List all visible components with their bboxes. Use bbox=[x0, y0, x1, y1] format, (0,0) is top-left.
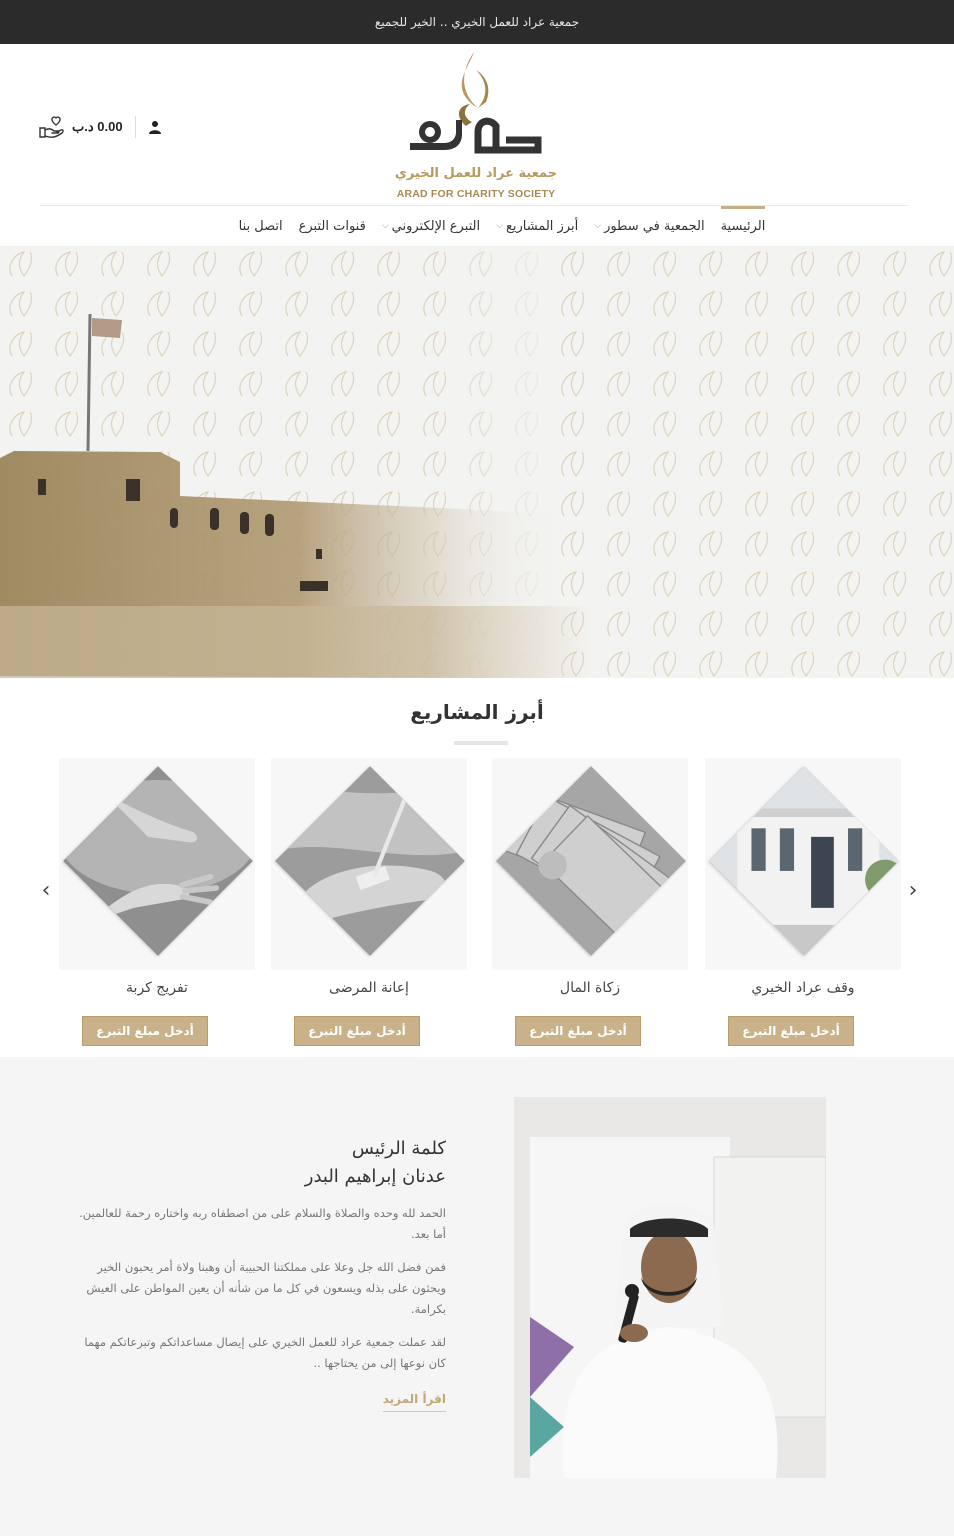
president-heading: كلمة الرئيس bbox=[351, 1138, 446, 1159]
project-title[interactable]: تفريج كربة bbox=[59, 980, 255, 996]
chevron-down-icon: ⌵ bbox=[594, 221, 602, 231]
building-photo bbox=[709, 766, 899, 956]
president-section: كلمة الرئيس عدنان إبراهيم البدر الحمد لل… bbox=[0, 1057, 954, 1536]
banknotes-photo bbox=[496, 766, 686, 956]
project-card-image-area[interactable] bbox=[705, 758, 901, 970]
enter-donation-button[interactable]: أدخل مبلغ التبرع bbox=[82, 1016, 208, 1046]
fort-illustration bbox=[0, 246, 954, 678]
hand-heart-icon[interactable] bbox=[38, 114, 66, 140]
hero-banner bbox=[0, 246, 954, 678]
nav-label: الجمعية في سطور bbox=[604, 218, 705, 234]
project-card: وقف عراد الخيري أدخل مبلغ التبرع bbox=[705, 758, 901, 1058]
main-nav: الرئيسية الجمعية في سطور ⌵ أبرز المشاريع… bbox=[0, 206, 954, 246]
nav-label: اتصل بنا bbox=[238, 218, 283, 234]
project-card: إعانة المرضى أدخل مبلغ التبرع bbox=[271, 758, 467, 1058]
nav-item-donation-channels[interactable]: قنوات التبرع bbox=[299, 206, 366, 246]
iv-drip-hand-photo bbox=[275, 766, 465, 956]
president-message: كلمة الرئيس عدنان إبراهيم البدر الحمد لل… bbox=[70, 1135, 446, 1412]
nav-label: أبرز المشاريع bbox=[505, 218, 579, 234]
logo-flame-mark bbox=[410, 52, 542, 154]
logo-english-text: ARAD FOR CHARITY SOCIETY bbox=[396, 188, 556, 200]
project-title[interactable]: زكاة المال bbox=[492, 980, 688, 996]
project-card-image-area[interactable] bbox=[492, 758, 688, 970]
president-paragraph: لقد عملت جمعية عراد للعمل الخيري على إيص… bbox=[84, 1335, 446, 1370]
nav-label: قنوات التبرع bbox=[298, 218, 366, 234]
enter-donation-button[interactable]: أدخل مبلغ التبرع bbox=[728, 1016, 854, 1046]
header-tools: 0.00 د.ب bbox=[38, 112, 162, 142]
nav-item-contact[interactable]: اتصل بنا bbox=[239, 206, 283, 246]
enter-donation-button[interactable]: أدخل مبلغ التبرع bbox=[294, 1016, 420, 1046]
nav-item-projects[interactable]: أبرز المشاريع ⌵ bbox=[496, 206, 578, 246]
reaching-hands-photo bbox=[63, 766, 253, 956]
logo-arabic-text: جمعية عراد للعمل الخيري bbox=[394, 166, 558, 181]
nav-label: الرئيسية bbox=[720, 218, 766, 234]
user-icon[interactable] bbox=[148, 120, 162, 134]
projects-carousel: ‹ › تفريج كربة أدخل مبلغ التبرع إعانة ال… bbox=[0, 758, 954, 1058]
president-photo bbox=[514, 1097, 826, 1478]
nav-label: التبرع الإلكتروني bbox=[391, 218, 481, 234]
project-title[interactable]: وقف عراد الخيري bbox=[705, 980, 901, 996]
announcement-bar: جمعية عراد للعمل الخيري .. الخير للجميع bbox=[0, 0, 954, 44]
project-card-image-area[interactable] bbox=[59, 758, 255, 970]
site-header: جمعية عراد للعمل الخيري ARAD FOR CHARITY… bbox=[0, 44, 954, 206]
project-title[interactable]: إعانة المرضى bbox=[271, 980, 467, 996]
president-paragraph: الحمد لله وحده والصلاة والسلام على من اص… bbox=[79, 1206, 446, 1241]
section-title-underline bbox=[454, 741, 508, 745]
project-card-image-area[interactable] bbox=[271, 758, 467, 970]
nav-item-home[interactable]: الرئيسية bbox=[720, 206, 766, 246]
nav-item-online-donation[interactable]: التبرع الإلكتروني ⌵ bbox=[382, 206, 480, 246]
site-logo[interactable]: جمعية عراد للعمل الخيري ARAD FOR CHARITY… bbox=[386, 48, 566, 204]
president-paragraph: فمن فضل الله جل وعلا على مملكتنا الحبيبة… bbox=[86, 1260, 446, 1316]
tagline-text: جمعية عراد للعمل الخيري .. الخير للجميع bbox=[374, 15, 580, 29]
read-more-link[interactable]: اقرأ المزيد bbox=[382, 1392, 446, 1412]
carousel-prev-arrow-icon[interactable]: ‹ bbox=[38, 878, 54, 903]
president-name: عدنان إبراهيم البدر bbox=[304, 1166, 446, 1187]
carousel-next-arrow-icon[interactable]: › bbox=[905, 878, 921, 903]
project-card: زكاة المال أدخل مبلغ التبرع bbox=[492, 758, 688, 1058]
project-card: تفريج كربة أدخل مبلغ التبرع bbox=[59, 758, 255, 1058]
projects-section-title: أبرز المشاريع bbox=[410, 700, 544, 724]
chevron-down-icon: ⌵ bbox=[496, 221, 503, 231]
cart-total[interactable]: 0.00 د.ب bbox=[72, 119, 123, 135]
enter-donation-button[interactable]: أدخل مبلغ التبرع bbox=[515, 1016, 641, 1046]
chevron-down-icon: ⌵ bbox=[381, 221, 389, 231]
header-tools-divider bbox=[134, 116, 136, 138]
nav-item-about[interactable]: الجمعية في سطور ⌵ bbox=[594, 206, 704, 246]
